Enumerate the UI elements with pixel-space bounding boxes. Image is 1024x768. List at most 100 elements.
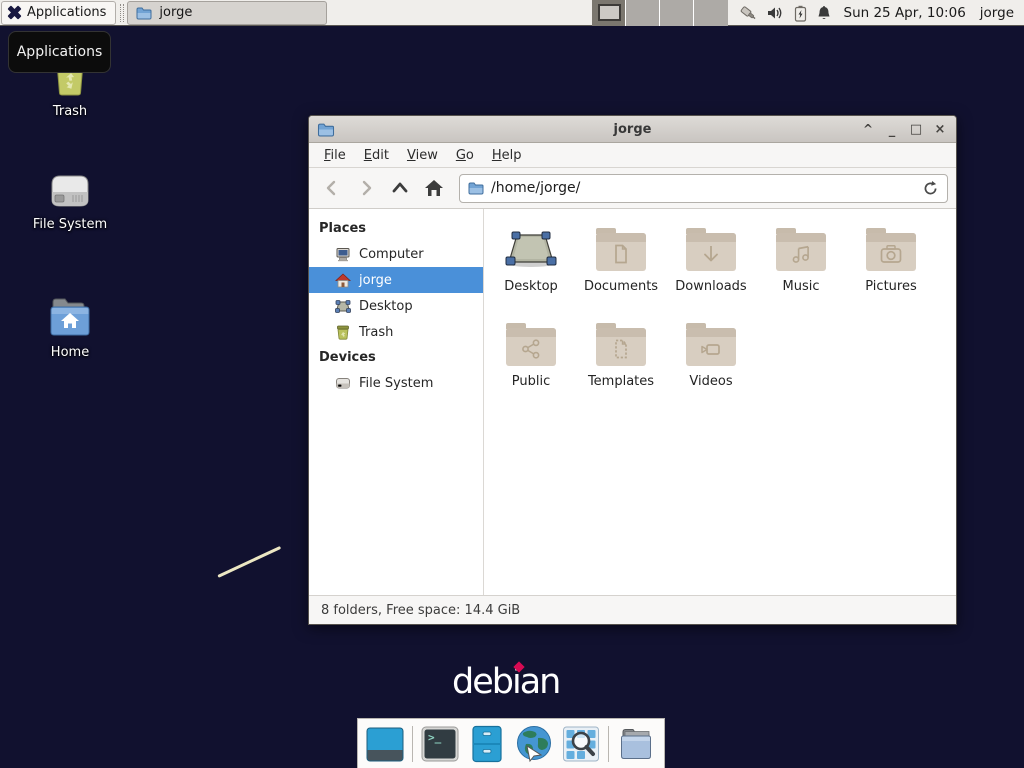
chevron-up-icon	[390, 179, 410, 197]
taskbar-window-label: jorge	[159, 5, 192, 20]
menu-help[interactable]: Help	[483, 145, 531, 166]
applications-tooltip: Applications	[8, 31, 111, 73]
trash-icon	[335, 325, 351, 340]
folder-item-templates[interactable]: Templates	[576, 314, 666, 409]
desktop-icon-label: Trash	[53, 104, 87, 119]
home-folder-icon	[45, 288, 95, 340]
volume-icon[interactable]	[767, 5, 785, 21]
status-bar-text: 8 folders, Free space: 14.4 GiB	[321, 603, 520, 618]
folder-icon	[596, 328, 646, 366]
window-titlebar[interactable]: jorge ^ _ □ ×	[309, 116, 956, 143]
folder-icon	[596, 233, 646, 271]
folder-item-desktop[interactable]: Desktop	[486, 219, 576, 314]
sidebar-item-label: Desktop	[359, 299, 413, 314]
workspace-window-thumb	[598, 4, 621, 21]
folder-label: Pictures	[865, 279, 916, 294]
workspace-3[interactable]	[660, 0, 694, 26]
sidebar-item-jorge[interactable]: jorge	[309, 267, 483, 293]
share-glyph-icon	[520, 338, 542, 360]
folder-label: Videos	[689, 374, 732, 389]
home-button[interactable]	[419, 173, 449, 203]
shade-button[interactable]: ^	[860, 120, 876, 138]
path-input[interactable]	[491, 180, 915, 196]
web-browser-launcher[interactable]	[514, 724, 554, 764]
menu-edit[interactable]: Edit	[355, 145, 398, 166]
directory-menu-launcher[interactable]	[616, 724, 656, 764]
xfce-logo-icon	[7, 5, 22, 20]
path-bar[interactable]	[459, 174, 948, 203]
menu-file[interactable]: File	[315, 145, 355, 166]
panel-username: jorge	[980, 5, 1014, 21]
file-manager-launcher[interactable]	[467, 724, 507, 764]
desktop-icon-home[interactable]: Home	[18, 288, 122, 360]
sidebar-header-devices: Devices	[309, 345, 483, 370]
up-button[interactable]	[385, 173, 415, 203]
workspace-1[interactable]	[592, 0, 626, 26]
application-finder-launcher[interactable]	[561, 724, 601, 764]
terminal-launcher[interactable]: >_	[420, 724, 460, 764]
folder-icon	[616, 724, 656, 764]
template-document-glyph-icon	[610, 338, 632, 360]
show-desktop-icon	[365, 724, 405, 764]
download-arrow-glyph-icon	[700, 243, 722, 265]
sidebar-header-places: Places	[309, 216, 483, 241]
workspace-4[interactable]	[694, 0, 728, 26]
sidebar-item-desktop[interactable]: Desktop	[309, 293, 483, 319]
network-icon[interactable]	[738, 4, 758, 22]
workspace-2[interactable]	[626, 0, 660, 26]
folder-icon	[686, 233, 736, 271]
svg-text:>_: >_	[428, 731, 442, 744]
sidebar-item-trash[interactable]: Trash	[309, 319, 483, 345]
show-desktop-launcher[interactable]	[365, 724, 405, 764]
debian-logo-text: debian	[452, 662, 559, 702]
stray-line-artifact	[217, 546, 281, 578]
folder-item-downloads[interactable]: Downloads	[666, 219, 756, 314]
sidebar-item-label: Trash	[359, 325, 393, 340]
document-glyph-icon	[610, 243, 632, 265]
file-manager-window: jorge ^ _ □ × File Edit View Go Help	[308, 115, 957, 625]
close-button[interactable]: ×	[932, 120, 948, 138]
desktop-icon-file-system[interactable]: File System	[18, 160, 122, 232]
folder-label: Public	[512, 374, 550, 389]
minimize-button[interactable]: _	[884, 120, 900, 138]
drive-icon	[46, 160, 94, 212]
panel-clock[interactable]: Sun 25 Apr, 10:06	[844, 5, 966, 21]
bottom-dock: >_	[357, 718, 665, 768]
maximize-button[interactable]: □	[908, 120, 924, 138]
folder-label: Downloads	[675, 279, 746, 294]
folder-label: Documents	[584, 279, 658, 294]
panel-handle[interactable]	[120, 4, 124, 22]
folder-item-pictures[interactable]: Pictures	[846, 219, 936, 314]
music-notes-glyph-icon	[790, 243, 812, 265]
folder-icon	[136, 6, 152, 20]
status-bar: 8 folders, Free space: 14.4 GiB	[309, 595, 956, 624]
desktop-special-icon	[504, 219, 558, 279]
home-icon	[335, 273, 351, 288]
menu-go[interactable]: Go	[447, 145, 483, 166]
app-finder-icon	[561, 724, 601, 764]
desktop-icon-label: File System	[33, 217, 107, 232]
top-panel: Applications jorge	[0, 0, 1024, 26]
folder-item-documents[interactable]: Documents	[576, 219, 666, 314]
home-icon	[423, 178, 445, 198]
sidebar-item-file-system[interactable]: File System	[309, 370, 483, 396]
menu-view[interactable]: View	[398, 145, 447, 166]
folder-item-public[interactable]: Public	[486, 314, 576, 409]
globe-browser-icon	[514, 724, 554, 764]
reload-icon[interactable]	[922, 180, 939, 197]
battery-icon[interactable]	[794, 5, 807, 22]
taskbar-window-button[interactable]: jorge	[127, 1, 327, 25]
folder-item-videos[interactable]: Videos	[666, 314, 756, 409]
back-button[interactable]	[317, 173, 347, 203]
folder-item-music[interactable]: Music	[756, 219, 846, 314]
forward-button[interactable]	[351, 173, 381, 203]
sidebar-item-label: jorge	[359, 273, 392, 288]
applications-menu-button[interactable]: Applications	[1, 1, 116, 25]
notifications-bell-icon[interactable]	[816, 5, 832, 22]
sidebar-item-label: File System	[359, 376, 433, 391]
desktop-icon	[335, 299, 351, 314]
sidebar-item-computer[interactable]: Computer	[309, 241, 483, 267]
folder-icon	[506, 328, 556, 366]
folder-icon	[866, 233, 916, 271]
folder-icon	[468, 181, 484, 195]
